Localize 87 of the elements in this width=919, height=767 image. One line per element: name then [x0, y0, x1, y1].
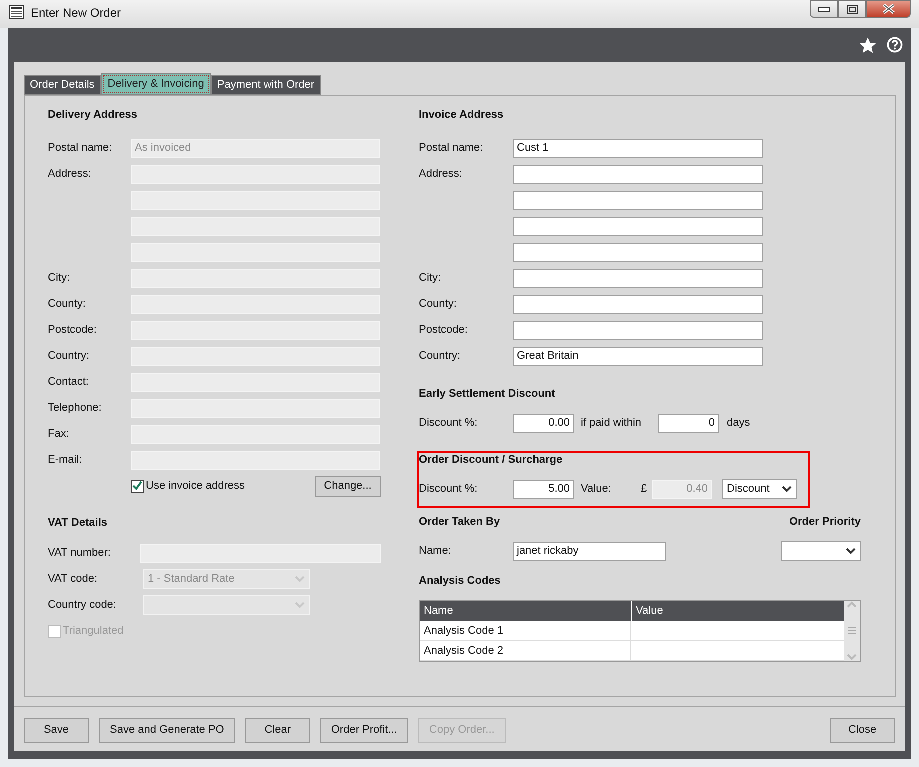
section-heading: Order Taken By	[419, 515, 500, 529]
action-button[interactable]: Save	[24, 718, 89, 743]
section-heading: Early Settlement Discount	[419, 387, 556, 401]
minimize-icon	[818, 6, 830, 12]
window-title: Enter New Order	[31, 5, 122, 21]
checkbox[interactable]	[131, 480, 144, 492]
minimize-button[interactable]	[810, 0, 838, 18]
text-field[interactable]	[513, 190, 763, 210]
help-icon[interactable]	[887, 37, 903, 53]
action-button[interactable]: Close	[830, 718, 895, 743]
checkbox-label: Use invoice address	[146, 478, 246, 494]
dropdown[interactable]	[781, 541, 861, 561]
text-field[interactable]	[513, 320, 763, 340]
text-field: 0.40	[652, 480, 712, 498]
action-button[interactable]: Save and Generate PO	[99, 718, 236, 743]
grip-icon	[846, 627, 858, 635]
action-button: Copy Order...	[418, 718, 506, 743]
text-field[interactable]: 0	[658, 414, 719, 432]
text-field[interactable]: 5.00	[513, 480, 574, 498]
field-label: City:	[48, 270, 71, 286]
dropdown[interactable]: Discount	[722, 479, 797, 499]
section-heading: Delivery Address	[48, 108, 138, 122]
maximize-icon	[846, 4, 858, 14]
section-heading: Order Discount / Surcharge	[419, 453, 564, 467]
close-icon	[882, 4, 896, 14]
field-label: Address:	[419, 166, 464, 182]
chevron-down-icon	[295, 576, 305, 582]
change-button[interactable]: Change...	[315, 476, 381, 496]
chevron-down-icon	[782, 486, 792, 492]
close-button[interactable]	[866, 0, 911, 18]
scrollbar[interactable]	[844, 601, 860, 661]
text-field[interactable]: janet rickaby	[513, 542, 666, 560]
field-label: Country code:	[48, 598, 118, 613]
text-field[interactable]	[513, 216, 763, 236]
field-label: Country:	[419, 348, 462, 364]
text-field[interactable]: 0.00	[513, 414, 574, 432]
action-button[interactable]: Order Profit...	[320, 718, 408, 743]
field-label: Value:	[581, 482, 612, 497]
column-header[interactable]: Value	[631, 601, 844, 621]
field-label: VAT code:	[48, 572, 99, 587]
text-field: As invoiced	[131, 138, 380, 158]
text-field[interactable]	[513, 242, 763, 262]
field-label: E-mail:	[48, 452, 84, 468]
field-label: Postcode:	[419, 322, 469, 338]
field-label: County:	[48, 296, 87, 312]
currency-symbol: £	[641, 482, 648, 497]
text-field[interactable]: Cust 1	[513, 138, 763, 158]
maximize-button[interactable]	[838, 0, 866, 18]
field-label: Discount %:	[419, 482, 479, 497]
section-heading: Invoice Address	[419, 108, 505, 122]
field-label: County:	[419, 296, 458, 312]
field-label: Telephone:	[48, 400, 103, 416]
chevron-down-icon	[295, 602, 305, 608]
field-label: Contact:	[48, 374, 90, 390]
section-heading: VAT Details	[48, 516, 108, 530]
tab[interactable]: Payment with Order	[211, 75, 321, 95]
tab[interactable]: Order Details	[24, 75, 101, 95]
field-label: Postal name:	[419, 140, 484, 156]
text-field[interactable]	[513, 268, 763, 288]
arrow-up-icon	[846, 601, 858, 609]
field-label: City:	[419, 270, 442, 286]
table-cell: Analysis Code 1	[420, 621, 631, 641]
text-field[interactable]	[513, 164, 763, 184]
arrow-down-icon	[846, 653, 858, 661]
tab[interactable]: Delivery & Invoicing	[100, 73, 212, 95]
section-heading: Analysis Codes	[419, 574, 502, 588]
field-label: Discount %:	[419, 416, 479, 431]
table-cell: Analysis Code 2	[420, 641, 631, 661]
field-label: if paid within	[581, 416, 643, 431]
dropdown: 1 - Standard Rate	[143, 569, 310, 589]
text-field[interactable]	[513, 294, 763, 314]
checkbox-label: Triangulated	[63, 624, 124, 639]
text-field[interactable]: Great Britain	[513, 346, 763, 366]
field-label: Postal name:	[48, 140, 114, 156]
chevron-down-icon	[846, 548, 856, 554]
star-icon[interactable]	[859, 36, 877, 54]
field-label: Address:	[48, 166, 92, 182]
section-heading: Order Priority	[789, 515, 861, 529]
window-app-icon	[9, 5, 24, 19]
column-header[interactable]: Name	[420, 601, 631, 621]
action-button[interactable]: Clear	[245, 718, 310, 743]
field-label: VAT number:	[48, 546, 112, 561]
field-label: days	[727, 416, 750, 431]
field-label: Postcode:	[48, 322, 98, 338]
field-label: Country:	[48, 348, 91, 364]
field-label: Fax:	[48, 426, 70, 442]
field-label: Name:	[419, 544, 452, 559]
